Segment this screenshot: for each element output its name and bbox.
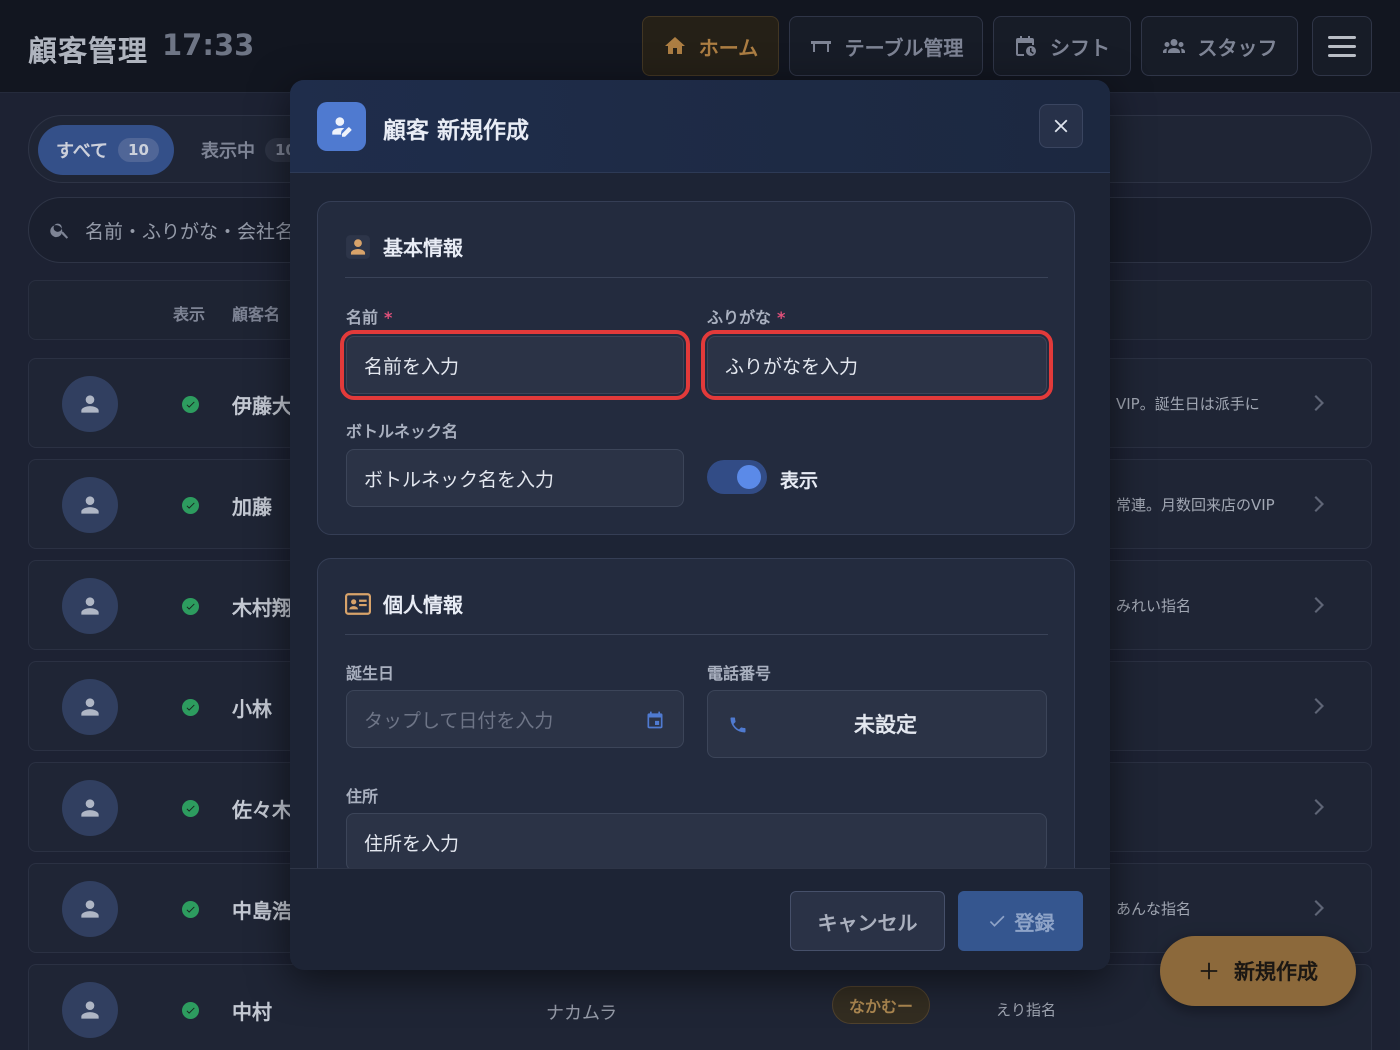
calendar-icon xyxy=(645,710,665,735)
phone-value: 未設定 xyxy=(854,713,917,737)
birthday-placeholder: タップして日付を入力 xyxy=(364,709,554,732)
basic-info-title: 基本情報 xyxy=(383,236,463,260)
furigana-label: ふりがな * xyxy=(707,308,786,327)
birthday-input[interactable]: タップして日付を入力 xyxy=(346,690,684,748)
toggle-knob xyxy=(737,465,761,489)
divider xyxy=(345,277,1048,278)
personal-info-title: 個人情報 xyxy=(383,593,463,617)
dialog-footer: キャンセル 登録 xyxy=(290,868,1110,970)
personal-info-section: 個人情報 誕生日 タップして日付を入力 電話番号 未設定 住所 住所を入力 xyxy=(317,558,1075,868)
furigana-placeholder: ふりがなを入力 xyxy=(725,355,859,378)
birthday-label: 誕生日 xyxy=(346,664,395,683)
register-button[interactable]: 登録 xyxy=(958,891,1083,951)
name-input[interactable]: 名前を入力 xyxy=(340,330,690,400)
required-mark: * xyxy=(384,308,393,327)
phone-button[interactable]: 未設定 xyxy=(707,690,1047,758)
required-mark: * xyxy=(777,308,786,327)
divider xyxy=(345,634,1048,635)
check-icon xyxy=(989,915,1004,927)
visible-toggle[interactable] xyxy=(707,460,767,494)
visible-toggle-label: 表示 xyxy=(780,470,819,492)
bottle-placeholder: ボトルネック名を入力 xyxy=(364,468,555,491)
close-icon xyxy=(1054,119,1068,133)
dialog-title: 顧客 新規作成 xyxy=(383,118,530,144)
personal-info-heading: 個人情報 xyxy=(345,589,463,618)
id-card-icon xyxy=(345,592,371,615)
create-customer-dialog: 顧客 新規作成 基本情報 名前 * 名前を入力 ふりがな * ふりがなを入力 ボトル… xyxy=(290,80,1110,970)
name-placeholder: 名前を入力 xyxy=(364,355,460,378)
name-label: 名前 * xyxy=(346,308,393,327)
close-button[interactable] xyxy=(1039,104,1083,148)
address-label: 住所 xyxy=(346,787,379,806)
person-icon xyxy=(346,234,370,259)
dialog-header: 顧客 新規作成 xyxy=(290,80,1110,173)
basic-info-heading: 基本情報 xyxy=(345,232,463,261)
basic-info-section: 基本情報 名前 * 名前を入力 ふりがな * ふりがなを入力 ボトルネック名 ボトル… xyxy=(317,201,1075,535)
address-input[interactable]: 住所を入力 xyxy=(346,813,1047,868)
phone-label: 電話番号 xyxy=(707,664,772,683)
bottle-name-input[interactable]: ボトルネック名を入力 xyxy=(346,449,684,507)
phone-icon xyxy=(728,715,748,740)
dialog-body[interactable]: 基本情報 名前 * 名前を入力 ふりがな * ふりがなを入力 ボトルネック名 ボトル… xyxy=(290,173,1110,868)
furigana-input[interactable]: ふりがなを入力 xyxy=(701,330,1053,400)
person-edit-icon xyxy=(317,102,366,151)
address-placeholder: 住所を入力 xyxy=(364,832,460,855)
register-label: 登録 xyxy=(1014,910,1055,935)
bottle-label: ボトルネック名 xyxy=(346,422,459,441)
cancel-button[interactable]: キャンセル xyxy=(790,891,945,951)
